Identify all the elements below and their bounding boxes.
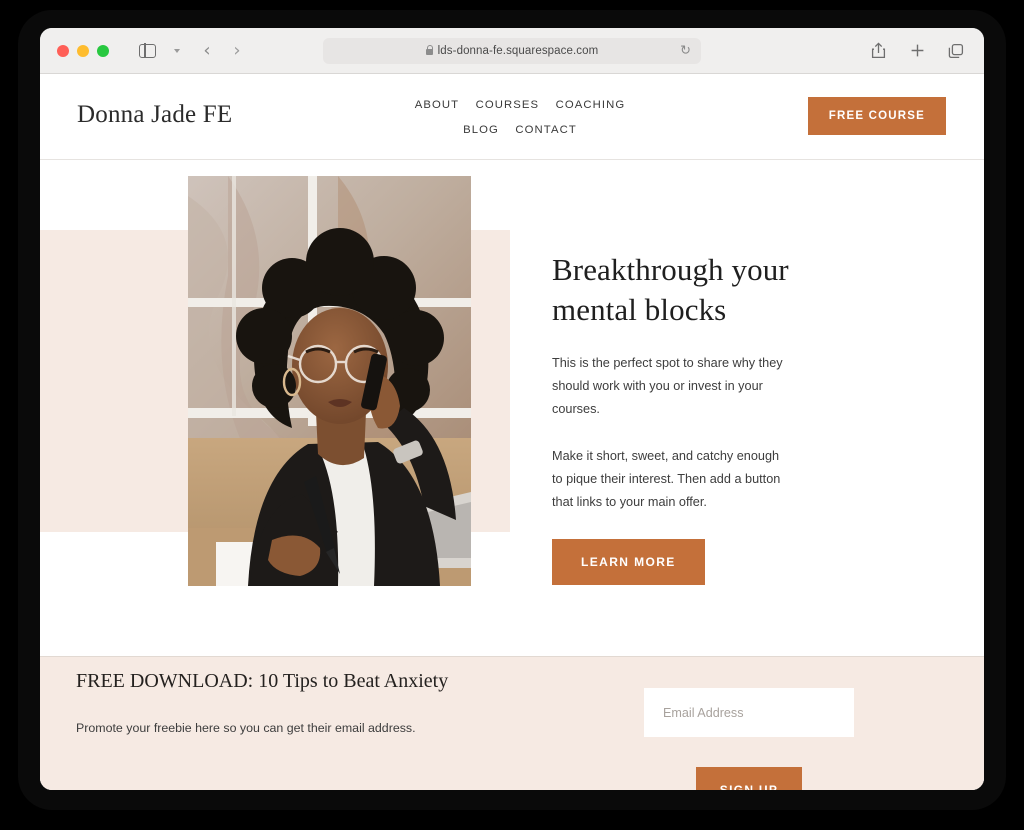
hero-title: Breakthrough your mental blocks [552,252,789,327]
sidebar-toggle-icon[interactable] [133,38,161,64]
close-window-button[interactable] [57,44,69,57]
hero-paragraph-1: This is the perfect spot to share why th… [552,356,783,416]
back-arrow-icon: ‹ [203,39,211,61]
nav-item-contact[interactable]: CONTACT [515,119,576,142]
site-header: Donna Jade FE ABOUT COURSES COACHING BLO… [40,74,984,160]
hero-section: Breakthrough your mental blocks This is … [40,160,984,656]
newsletter-section: FREE DOWNLOAD: 10 Tips to Beat Anxiety P… [40,656,984,790]
nav-item-courses[interactable]: COURSES [476,94,540,117]
toolbar-actions [864,38,970,64]
nav-item-blog[interactable]: BLOG [463,119,499,142]
share-icon[interactable] [864,38,892,64]
plus-icon[interactable] [903,38,931,64]
hero-paragraph-2: Make it short, sweet, and catchy enough … [552,449,781,509]
free-course-button[interactable]: FREE COURSE [807,97,946,135]
minimize-window-button[interactable] [77,44,89,57]
nav-item-coaching[interactable]: COACHING [556,94,626,117]
browser-toolbar: ‹ › lds-donna-fe.squarespace.com ↻ [40,28,984,74]
address-bar[interactable]: lds-donna-fe.squarespace.com ↻ [323,38,701,64]
navigation-controls: ‹ › [133,38,251,64]
tab-overview-icon[interactable] [942,38,970,64]
forward-button[interactable]: › [223,38,251,64]
hero-copy: Breakthrough your mental blocks This is … [552,250,852,585]
reload-icon[interactable]: ↻ [680,44,691,59]
site-logo[interactable]: Donna Jade FE [77,101,232,129]
window-controls [57,44,109,57]
learn-more-button[interactable]: LEARN MORE [552,539,705,585]
hero-image [188,176,471,586]
page-viewport: Donna Jade FE ABOUT COURSES COACHING BLO… [40,74,984,790]
url-text: lds-donna-fe.squarespace.com [437,45,599,57]
newsletter-subtitle: Promote your freebie here so you can get… [76,721,416,735]
forward-arrow-icon: › [233,39,241,61]
browser-window: ‹ › lds-donna-fe.squarespace.com ↻ Donna… [40,28,984,790]
newsletter-title: FREE DOWNLOAD: 10 Tips to Beat Anxiety [76,670,449,692]
back-button[interactable]: ‹ [193,38,221,64]
maximize-window-button[interactable] [97,44,109,57]
nav-item-about[interactable]: ABOUT [415,94,459,117]
email-input[interactable] [644,688,854,737]
lock-icon [425,45,434,55]
main-navigation: ABOUT COURSES COACHING BLOG CONTACT [392,92,648,142]
signup-button[interactable]: SIGN UP [696,767,802,790]
device-frame: ‹ › lds-donna-fe.squarespace.com ↻ Donna… [18,10,1006,810]
chevron-down-icon[interactable] [163,38,191,64]
